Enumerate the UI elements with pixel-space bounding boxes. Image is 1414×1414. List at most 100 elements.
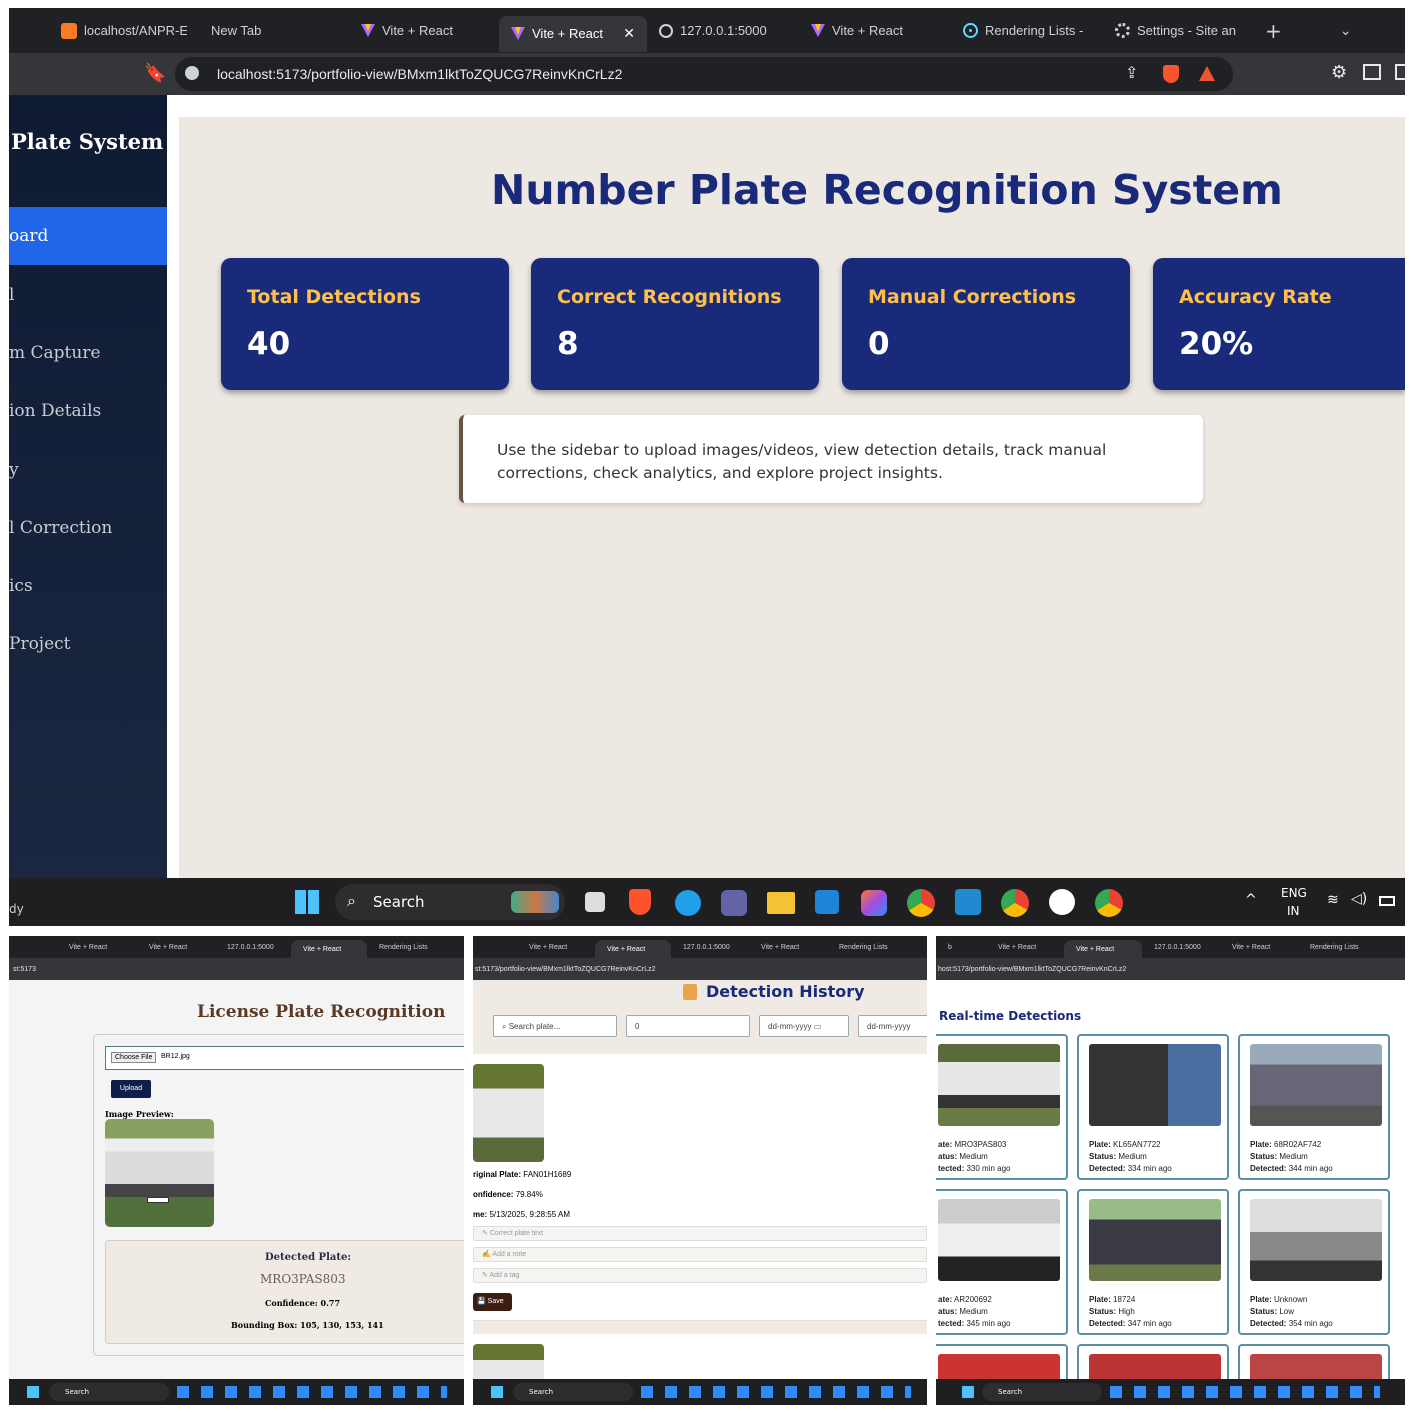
choose-file-button[interactable]: Choose File <box>111 1052 157 1063</box>
extensions-icon[interactable]: ⚙ <box>1331 62 1347 83</box>
detection-card[interactable]: ate: MRO3PAS803 atus: Medium tected: 330… <box>936 1034 1068 1180</box>
close-tab-icon[interactable]: ✕ <box>623 25 635 42</box>
tab-new[interactable]: New Tab <box>199 8 349 53</box>
mini-tab-active[interactable]: Vite + React <box>1064 940 1142 958</box>
language-eng[interactable]: ENG <box>1281 886 1307 900</box>
address-bar[interactable]: localhost:5173/portfolio-view/BMxm1lktTo… <box>175 57 1233 91</box>
tab-127[interactable]: 127.0.0.1:5000 <box>647 8 799 53</box>
new-tab-plus-icon[interactable]: + <box>1265 19 1282 43</box>
chrome-icon-3[interactable] <box>1095 889 1123 917</box>
mini-tab-bar: Vite + React Vite + React 127.0.0.1:5000… <box>473 936 927 958</box>
battery-icon[interactable] <box>1379 896 1395 906</box>
tab-vite-1[interactable]: Vite + React <box>349 8 499 53</box>
sidebar-toggle-icon[interactable] <box>1363 64 1381 80</box>
mini-app-icons[interactable] <box>177 1386 447 1398</box>
mini-tab[interactable]: Rendering Lists <box>367 936 447 958</box>
volume-icon[interactable]: ◁) <box>1351 891 1367 907</box>
chrome-icon[interactable] <box>907 889 935 917</box>
sidebar-item-live-capture[interactable]: m Capture <box>9 343 167 363</box>
date-to-input[interactable]: dd-mm-yyyy <box>858 1015 927 1037</box>
mini-tab[interactable]: 127.0.0.1:5000 <box>1142 936 1220 958</box>
tray-chevron-icon[interactable]: ^ <box>1245 892 1257 908</box>
detected-plate-value: MRO3PAS803 <box>260 1272 346 1286</box>
detection-photo <box>1250 1044 1382 1126</box>
brave-rewards-icon[interactable] <box>1199 66 1215 81</box>
save-button[interactable]: 💾 Save <box>473 1293 512 1311</box>
upload-button[interactable]: Upload <box>111 1080 151 1098</box>
mini-tab[interactable]: Vite + React <box>517 936 595 958</box>
mongodb-icon[interactable] <box>1049 889 1075 915</box>
tab-rendering-lists[interactable]: Rendering Lists - <box>951 8 1103 53</box>
taskbar-search[interactable]: ⌕ Search <box>335 884 565 920</box>
mini-search[interactable]: Search <box>513 1383 633 1401</box>
tab-vite-active[interactable]: Vite + React ✕ <box>499 15 647 52</box>
mini-search[interactable]: Search <box>982 1383 1102 1401</box>
mini-tab[interactable]: Vite + React <box>1220 936 1298 958</box>
file-explorer-icon[interactable] <box>767 892 795 914</box>
wifi-icon[interactable]: ≋ <box>1327 892 1339 908</box>
sidebar-item-about-project[interactable]: Project <box>9 634 167 654</box>
mini-tab[interactable]: Rendering Lists <box>827 936 907 958</box>
detection-card[interactable]: Plate: KL65AN7722 Status: Medium Detecte… <box>1077 1034 1229 1180</box>
tab-settings[interactable]: Settings - Site an <box>1103 8 1255 53</box>
note-input[interactable]: ✍ Add a note <box>473 1247 927 1262</box>
mini-tab-active[interactable]: Vite + React <box>595 940 671 958</box>
windows-start-icon[interactable] <box>491 1386 503 1398</box>
vscode-icon[interactable] <box>955 889 981 915</box>
mini-tab[interactable]: Vite + React <box>749 936 827 958</box>
number-filter-input[interactable]: 0 <box>626 1015 750 1037</box>
detection-card[interactable]: Plate: Unknown Status: Low Detected: 354… <box>1238 1189 1390 1335</box>
windows-start-icon[interactable] <box>962 1386 974 1398</box>
sidebar-item-manual-correction[interactable]: l Correction <box>9 518 167 538</box>
calendar-icon[interactable]: ▭ <box>812 1022 822 1031</box>
detection-photo <box>938 1199 1060 1281</box>
brave-taskbar-icon[interactable] <box>629 889 651 915</box>
mini-tab[interactable]: 127.0.0.1:5000 <box>671 936 749 958</box>
detection-photo <box>1250 1199 1382 1281</box>
mini-tab[interactable]: b <box>936 936 986 958</box>
mini-app-icons[interactable] <box>1110 1386 1380 1398</box>
info-box: Use the sidebar to upload images/videos,… <box>459 415 1203 503</box>
windows-start-icon[interactable] <box>27 1386 39 1398</box>
brave-shield-icon[interactable] <box>1163 65 1179 83</box>
date-from-input[interactable]: dd-mm-yyyy ▭ <box>759 1015 849 1037</box>
sidebar-item-analytics[interactable]: ics <box>9 576 167 596</box>
chrome-icon-2[interactable] <box>1001 889 1029 917</box>
tag-input[interactable]: ✎ Add a tag <box>473 1268 927 1283</box>
mini-app-icons[interactable] <box>641 1386 911 1398</box>
share-icon[interactable]: ⇪ <box>1125 63 1138 83</box>
sidebar-item-upload[interactable]: l <box>9 285 167 305</box>
url-text[interactable]: localhost:5173/portfolio-view/BMxm1lktTo… <box>217 66 622 82</box>
task-view-icon[interactable] <box>585 892 605 912</box>
window-icon[interactable] <box>1395 64 1405 80</box>
edge-icon[interactable] <box>675 890 701 916</box>
detection-card[interactable]: Plate: 68R02AF742 Status: Medium Detecte… <box>1238 1034 1390 1180</box>
correct-plate-input[interactable]: ✎ Correct plate text <box>473 1226 927 1241</box>
stat-card-correct-recognitions: Correct Recognitions 8 <box>531 258 819 390</box>
store-icon[interactable] <box>815 890 839 914</box>
file-input[interactable] <box>105 1046 464 1070</box>
tab-xampp[interactable]: localhost/ANPR-E <box>49 8 199 53</box>
mini-tab-active[interactable]: Vite + React <box>291 940 367 958</box>
bookmark-icon[interactable]: 🔖 <box>144 63 166 84</box>
detection-card[interactable]: ate: AR200692 atus: Medium tected: 345 m… <box>936 1189 1068 1335</box>
mini-tab[interactable]: Rendering Lists <box>1298 936 1378 958</box>
tab-vite-2[interactable]: Vite + React <box>799 8 951 53</box>
sidebar-item-history[interactable]: y <box>9 460 167 480</box>
teams-icon[interactable] <box>721 890 747 916</box>
mini-tab[interactable]: Vite + React <box>137 936 215 958</box>
site-info-icon[interactable] <box>185 66 199 80</box>
mini-tab[interactable]: Vite + React <box>986 936 1064 958</box>
tab-dropdown-icon[interactable]: ⌄ <box>1340 23 1352 39</box>
mini-tab[interactable]: 127.0.0.1:5000 <box>215 936 291 958</box>
detection-card[interactable]: Plate: 18724 Status: High Detected: 347 … <box>1077 1189 1229 1335</box>
globe-icon <box>659 23 673 38</box>
language-in[interactable]: IN <box>1287 904 1300 918</box>
copilot-icon[interactable] <box>861 890 887 916</box>
sidebar-item-dashboard-label[interactable]: oard <box>9 226 167 246</box>
mini-search[interactable]: Search <box>49 1383 169 1401</box>
windows-start-icon[interactable] <box>295 890 319 914</box>
mini-tab[interactable]: Vite + React <box>57 936 137 958</box>
sidebar-item-detection-details[interactable]: ion Details <box>9 401 167 421</box>
search-plate-input[interactable]: ⌕ Search plate... <box>493 1015 617 1037</box>
